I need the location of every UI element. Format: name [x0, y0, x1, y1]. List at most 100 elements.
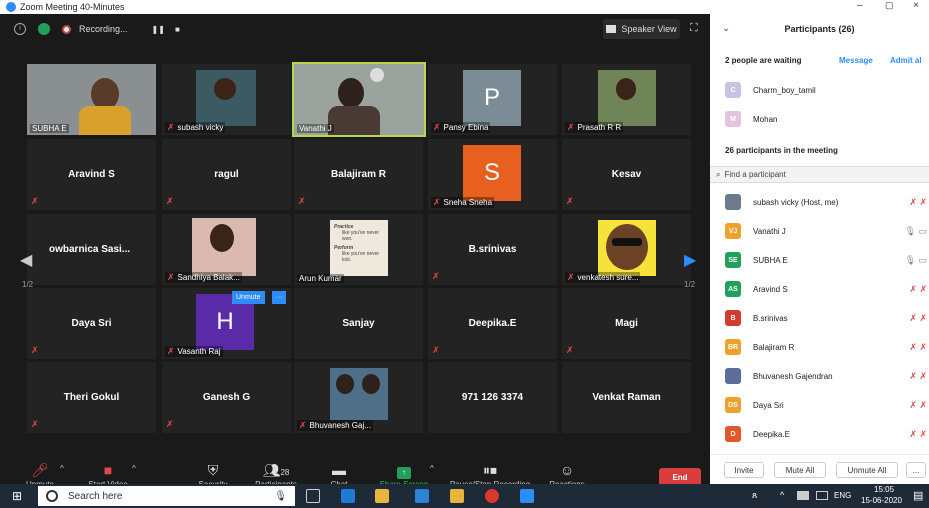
store-icon[interactable] — [375, 489, 389, 503]
audio-options-caret-icon[interactable]: ^ — [60, 464, 64, 473]
muted-mic-and-video-icons[interactable]: ✗ ✗ — [909, 313, 927, 324]
windows-taskbar: ⊞ Search here 🎙︎ ጸ ^ ENG 15:05 15-06-202… — [0, 484, 929, 508]
video-tile[interactable]: P ✗ Pansy Ebina — [428, 64, 557, 135]
muted-mic-and-video-icons[interactable]: ✗ ✗ — [909, 284, 927, 295]
video-tile[interactable]: owbarnica Sasi... — [27, 214, 156, 285]
video-tile[interactable]: Deepika.E ✗ — [428, 288, 557, 359]
language-indicator[interactable]: ENG — [834, 491, 851, 500]
pause-recording-icon[interactable]: ❚❚ — [152, 25, 165, 34]
next-page-arrow-icon[interactable]: ▶ — [684, 250, 696, 270]
participant-row[interactable]: subash vicky (Host, me) ✗ ✗ — [725, 192, 929, 212]
video-tile[interactable]: Sanjay — [294, 288, 423, 359]
participant-name: subash vicky (Host, me) — [753, 197, 839, 207]
video-tile[interactable]: B.srinivas ✗ — [428, 214, 557, 285]
more-options-button[interactable]: ··· — [272, 291, 286, 304]
people-icon[interactable]: ጸ — [752, 490, 757, 501]
fullscreen-icon[interactable]: ⛶ — [690, 22, 698, 35]
window-title: Zoom Meeting 40-Minutes — [20, 2, 125, 12]
invite-button[interactable]: Invite — [724, 462, 764, 478]
speaker-view-label: Speaker View — [621, 24, 677, 34]
zoom-taskbar-icon[interactable] — [520, 489, 534, 503]
waiting-participant-row[interactable]: C Charm_boy_tamil — [725, 80, 929, 100]
share-options-caret-icon[interactable]: ^ — [430, 464, 434, 473]
message-waiting-button[interactable]: Message — [839, 56, 873, 65]
battery-icon[interactable] — [816, 491, 828, 500]
video-tile[interactable]: 971 126 3374 — [428, 362, 557, 433]
video-tile[interactable]: ✗ Sandhiya Balak... — [162, 214, 291, 285]
video-tile[interactable]: ✗ venkatesh sure... — [562, 214, 691, 285]
participant-row[interactable]: BR Balajiram R ✗ ✗ — [725, 337, 929, 357]
video-tile[interactable]: Daya Sri ✗ — [27, 288, 156, 359]
video-tile[interactable]: Magi ✗ — [562, 288, 691, 359]
microphone-icon[interactable]: 🎙︎ — [274, 491, 287, 502]
tile-name-label: ✗ Prasath R R — [565, 122, 624, 133]
tray-caret-icon[interactable]: ^ — [780, 490, 784, 500]
edge-browser-icon[interactable] — [341, 489, 355, 503]
muted-mic-and-video-icons[interactable]: ✗ ✗ — [909, 400, 927, 411]
participant-row[interactable]: D Deepika.E ✗ ✗ — [725, 424, 929, 444]
muted-mic-and-video-icons[interactable]: ✗ ✗ — [909, 371, 927, 382]
video-tile[interactable]: Kesav ✗ — [562, 139, 691, 210]
unmute-all-button[interactable]: Unmute All — [836, 462, 898, 478]
mute-all-button[interactable]: Mute All — [774, 462, 826, 478]
participant-avatar: SE — [725, 252, 741, 268]
mic-and-video-icons[interactable]: 🎙︎ ▭ — [905, 226, 927, 237]
smiley-plus-icon: ☺ — [559, 462, 575, 478]
windows-start-icon[interactable]: ⊞ — [12, 489, 22, 503]
participant-row[interactable]: AS Aravind S ✗ ✗ — [725, 279, 929, 299]
participant-search-input[interactable]: ⌕ Find a participant — [710, 166, 929, 183]
muted-mic-icon: ✗ — [566, 345, 574, 355]
video-tile-active-speaker[interactable]: Vanathi J — [292, 62, 426, 137]
waiting-participant-row[interactable]: M Mohan — [725, 109, 929, 129]
minimize-button[interactable]: – — [857, 0, 863, 11]
maximize-button[interactable]: ▢ — [885, 0, 894, 11]
clock-date[interactable]: 15-06-2020 — [861, 496, 902, 505]
notification-icon[interactable]: ▤ — [913, 489, 923, 502]
stop-recording-icon[interactable]: ■ — [175, 25, 180, 34]
participant-row[interactable]: Bhuvanesh Gajendran ✗ ✗ — [725, 366, 929, 386]
clock-time[interactable]: 15:05 — [874, 485, 894, 494]
taskbar-search-input[interactable]: Search here 🎙︎ — [38, 486, 295, 506]
shield-check-icon[interactable] — [38, 23, 50, 35]
video-tile[interactable]: ✗ subash vicky — [162, 64, 291, 135]
grid-view-icon — [606, 25, 617, 33]
muted-mic-and-video-icons[interactable]: ✗ ✗ — [909, 197, 927, 208]
muted-mic-icon: ✗ — [166, 196, 174, 206]
network-icon[interactable] — [797, 491, 809, 500]
video-options-caret-icon[interactable]: ^ — [132, 464, 136, 473]
file-explorer-icon[interactable] — [450, 489, 464, 503]
chrome-icon[interactable] — [485, 489, 499, 503]
video-tile[interactable]: Ganesh G ✗ — [162, 362, 291, 433]
video-tile[interactable]: Theri Gokul ✗ — [27, 362, 156, 433]
muted-mic-and-video-icons[interactable]: ✗ ✗ — [909, 342, 927, 353]
participant-row[interactable]: B B.srinivas ✗ ✗ — [725, 308, 929, 328]
participant-head — [214, 78, 236, 100]
video-tile[interactable]: H Unmute ··· ✗ Vasanth Raj — [162, 288, 291, 359]
video-tile[interactable]: Aravind S ✗ — [27, 139, 156, 210]
tile-name: 971 126 3374 — [461, 392, 524, 403]
video-tile[interactable]: ✗ Bhuvanesh Gaj... — [294, 362, 423, 433]
unmute-popup-button[interactable]: Unmute — [232, 291, 265, 304]
muted-mic-and-video-icons[interactable]: ✗ ✗ — [909, 429, 927, 440]
participant-row[interactable]: VJ Vanathi J 🎙︎ ▭ — [725, 221, 929, 241]
video-tile[interactable]: S ✗ Sneha Sneha — [428, 139, 557, 210]
info-icon[interactable]: i — [14, 23, 26, 35]
mic-and-video-icons[interactable]: 🎙︎ ▭ — [905, 255, 927, 266]
video-tile[interactable]: Venkat Raman — [562, 362, 691, 433]
video-tile[interactable]: ✗ Prasath R R — [562, 64, 691, 135]
more-options-button[interactable]: ... — [906, 462, 926, 478]
video-tile[interactable]: ragul ✗ — [162, 139, 291, 210]
speaker-view-button[interactable]: Speaker View — [603, 19, 680, 39]
tile-name-label: ✗ Bhuvanesh Gaj... — [297, 420, 373, 431]
window-titlebar: Zoom Meeting 40-Minutes – ▢ × — [0, 0, 929, 14]
participant-row[interactable]: DS Daya Sri ✗ ✗ — [725, 395, 929, 415]
video-tile[interactable]: SUBHA E — [27, 64, 156, 135]
video-tile[interactable]: Balajiram R ✗ — [294, 139, 423, 210]
video-tile[interactable]: Practice like you've never won. Perform … — [294, 214, 423, 285]
participant-row[interactable]: SE SUBHA E 🎙︎ ▭ — [725, 250, 929, 270]
admit-all-button[interactable]: Admit al — [890, 56, 922, 65]
close-button[interactable]: × — [913, 0, 919, 11]
previous-page-arrow-icon[interactable]: ◀ — [20, 250, 32, 270]
mail-icon[interactable] — [415, 489, 429, 503]
task-view-icon[interactable] — [306, 489, 320, 503]
